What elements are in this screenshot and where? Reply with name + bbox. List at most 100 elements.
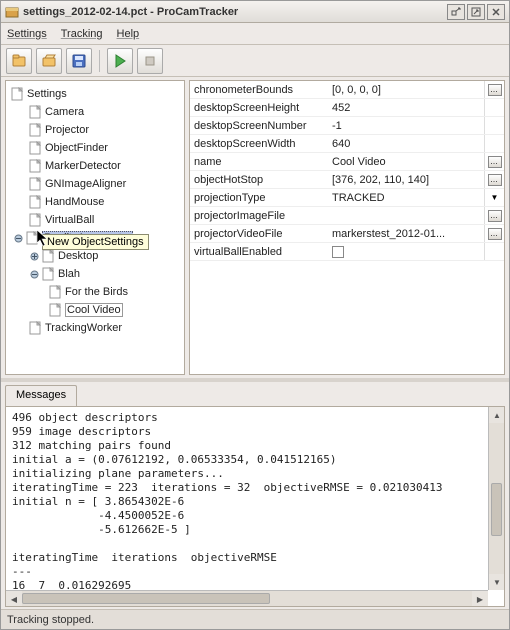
- property-value[interactable]: TRACKED: [328, 189, 484, 206]
- titlebar[interactable]: settings_2012-02-14.pct - ProCamTracker: [1, 1, 509, 23]
- app-icon: [5, 5, 19, 19]
- property-editor-button[interactable]: …: [484, 81, 504, 98]
- property-row[interactable]: desktopScreenNumber-1: [190, 117, 504, 135]
- property-name: chronometerBounds: [190, 81, 328, 98]
- tree-node-markerdetector[interactable]: MarkerDetector: [6, 157, 184, 175]
- property-row[interactable]: projectorVideoFilemarkerstest_2012-01...…: [190, 225, 504, 243]
- messages-body: 496 object descriptors 959 image descrip…: [5, 406, 505, 607]
- scrollbar-horizontal[interactable]: ◀ ▶: [6, 590, 488, 606]
- property-spacer: [484, 117, 504, 134]
- document-icon: [28, 321, 42, 335]
- ellipsis-button[interactable]: …: [488, 174, 502, 186]
- document-icon: [28, 159, 42, 173]
- tree-node-gnimagealigner[interactable]: GNImageAligner: [6, 175, 184, 193]
- property-row[interactable]: projectionTypeTRACKED▼: [190, 189, 504, 207]
- maximize-button[interactable]: [467, 4, 485, 20]
- expand-handle-icon[interactable]: [30, 270, 39, 279]
- property-spacer: [484, 243, 504, 260]
- property-value[interactable]: [0, 0, 0, 0]: [328, 81, 484, 98]
- close-button[interactable]: [487, 4, 505, 20]
- property-name: projectorVideoFile: [190, 225, 328, 242]
- scroll-right-icon[interactable]: ▶: [472, 591, 488, 607]
- tree-node-blah[interactable]: Blah: [6, 265, 184, 283]
- scroll-thumb[interactable]: [491, 483, 502, 536]
- document-icon: [28, 105, 42, 119]
- menu-help[interactable]: Help: [117, 28, 140, 40]
- property-row[interactable]: chronometerBounds[0, 0, 0, 0] …: [190, 81, 504, 99]
- property-name: name: [190, 153, 328, 170]
- expand-handle-icon[interactable]: [30, 252, 39, 261]
- main-area: Settings Camera Projector ObjectFinder M…: [1, 77, 509, 609]
- property-value[interactable]: [328, 243, 484, 260]
- document-icon: [28, 213, 42, 227]
- messages-text[interactable]: 496 object descriptors 959 image descrip…: [6, 407, 488, 590]
- property-value[interactable]: -1: [328, 117, 484, 134]
- ellipsis-button[interactable]: …: [488, 210, 502, 222]
- property-name: desktopScreenNumber: [190, 117, 328, 134]
- property-editor-button[interactable]: …: [484, 171, 504, 188]
- tree-node-objectfinder[interactable]: ObjectFinder: [6, 139, 184, 157]
- property-value[interactable]: markerstest_2012-01...: [328, 225, 484, 242]
- scroll-up-icon[interactable]: ▲: [489, 407, 505, 423]
- tree-pane[interactable]: Settings Camera Projector ObjectFinder M…: [5, 80, 185, 375]
- property-value[interactable]: 452: [328, 99, 484, 116]
- tree-node-virtualball[interactable]: VirtualBall: [6, 211, 184, 229]
- document-icon: [48, 285, 62, 299]
- status-bar: Tracking stopped.: [1, 609, 509, 629]
- property-editor-button[interactable]: …: [484, 225, 504, 242]
- scrollbar-vertical[interactable]: ▲ ▼: [488, 407, 504, 590]
- scroll-down-icon[interactable]: ▼: [489, 574, 505, 590]
- property-row[interactable]: desktopScreenHeight452: [190, 99, 504, 117]
- scroll-left-icon[interactable]: ◀: [6, 591, 22, 607]
- property-value[interactable]: [328, 207, 484, 224]
- tree-node-trackingworker[interactable]: TrackingWorker: [6, 319, 184, 337]
- stop-button[interactable]: [137, 48, 163, 74]
- ellipsis-button[interactable]: …: [488, 156, 502, 168]
- tree-node-coolvideo[interactable]: Cool Video: [6, 301, 184, 319]
- property-value[interactable]: [376, 202, 110, 140]: [328, 171, 484, 188]
- document-icon: [25, 231, 39, 245]
- property-editor-button[interactable]: …: [484, 207, 504, 224]
- menu-settings[interactable]: Settings: [7, 28, 47, 40]
- window-title: settings_2012-02-14.pct - ProCamTracker: [23, 6, 447, 18]
- tab-messages[interactable]: Messages: [5, 385, 77, 407]
- property-row[interactable]: objectHotStop[376, 202, 110, 140] …: [190, 171, 504, 189]
- toolbar-separator: [99, 50, 100, 72]
- property-row[interactable]: projectorImageFile…: [190, 207, 504, 225]
- property-value[interactable]: Cool Video: [328, 153, 484, 170]
- ellipsis-button[interactable]: …: [488, 228, 502, 240]
- tree-node-projector[interactable]: Projector: [6, 121, 184, 139]
- property-table[interactable]: chronometerBounds[0, 0, 0, 0] … desktopScr…: [189, 80, 505, 375]
- iconify-button[interactable]: [447, 4, 465, 20]
- tree-node-forthebirds[interactable]: For the Birds: [6, 283, 184, 301]
- property-combo-button[interactable]: ▼: [484, 189, 504, 206]
- play-button[interactable]: [107, 48, 133, 74]
- document-icon: [41, 267, 55, 281]
- checkbox[interactable]: [332, 246, 344, 258]
- scroll-thumb[interactable]: [22, 593, 270, 604]
- property-name: desktopScreenHeight: [190, 99, 328, 116]
- property-row[interactable]: nameCool Video …: [190, 153, 504, 171]
- save-button[interactable]: [66, 48, 92, 74]
- menu-tracking[interactable]: Tracking: [61, 28, 103, 40]
- tree-node-handmouse[interactable]: HandMouse: [6, 193, 184, 211]
- property-name: objectHotStop: [190, 171, 328, 188]
- chevron-down-icon[interactable]: ▼: [491, 193, 499, 202]
- open-button[interactable]: [36, 48, 62, 74]
- property-value[interactable]: 640: [328, 135, 484, 152]
- ellipsis-button[interactable]: …: [488, 84, 502, 96]
- property-row[interactable]: desktopScreenWidth640: [190, 135, 504, 153]
- property-editor-button[interactable]: …: [484, 153, 504, 170]
- top-split: Settings Camera Projector ObjectFinder M…: [1, 77, 509, 382]
- tree-node-desktop[interactable]: Desktop: [6, 247, 184, 265]
- tree-node-camera[interactable]: Camera: [6, 103, 184, 121]
- toolbar: [1, 45, 509, 77]
- property-row[interactable]: virtualBallEnabled: [190, 243, 504, 261]
- tree-node-settings[interactable]: Settings: [6, 85, 184, 103]
- expand-handle-icon[interactable]: [14, 234, 23, 243]
- tree-node-realityaugmentor[interactable]: RealityAugmentor: [6, 229, 184, 247]
- app-window: settings_2012-02-14.pct - ProCamTracker …: [0, 0, 510, 630]
- new-button[interactable]: [6, 48, 32, 74]
- messages-panel: Messages 496 object descriptors 959 imag…: [5, 384, 505, 607]
- document-icon: [41, 249, 55, 263]
